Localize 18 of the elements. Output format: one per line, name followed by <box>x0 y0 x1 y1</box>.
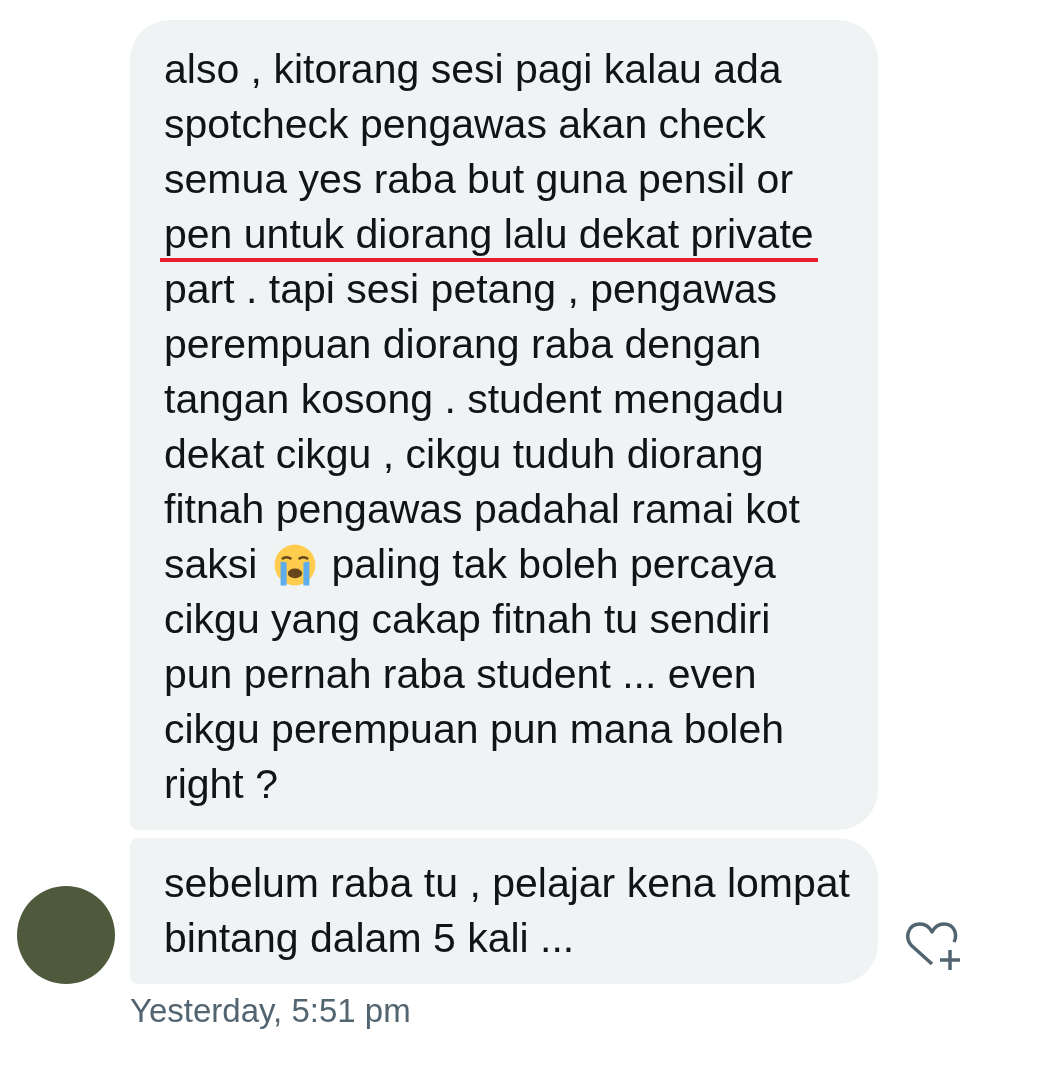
message-line: pen untuk diorang lalu dekat private <box>160 207 818 262</box>
message-line: pun pernah raba student ... even <box>164 650 757 699</box>
message-line: bintang dalam 5 kali ... <box>164 914 575 963</box>
message-line: part . tapi sesi petang , pengawas <box>164 265 778 314</box>
message-line: semua yes raba but guna pensil or <box>164 155 794 204</box>
message-timestamp: Yesterday, 5:51 pm <box>130 992 412 1030</box>
message-line: right ? <box>164 760 278 809</box>
message-line: spotcheck pengawas akan check <box>164 100 766 149</box>
message-line: also , kitorang sesi pagi kalau ada <box>164 45 782 94</box>
message-line: perempuan diorang raba dengan <box>164 320 762 369</box>
message-line: cikgu yang cakap fitnah tu sendiri <box>164 595 771 644</box>
message-line: sebelum raba tu , pelajar kena lompat <box>164 859 850 908</box>
message-line: paling tak boleh percaya <box>331 540 776 589</box>
message-line: cikgu perempuan pun mana boleh <box>164 705 784 754</box>
message-line: saksi <box>164 540 258 589</box>
message-line: dekat cikgu , cikgu tuduh diorang <box>164 430 764 479</box>
message-line: tangan kosong . student mengadu <box>164 375 785 424</box>
message-line: fitnah pengawas padahal ramai kot <box>164 485 800 534</box>
